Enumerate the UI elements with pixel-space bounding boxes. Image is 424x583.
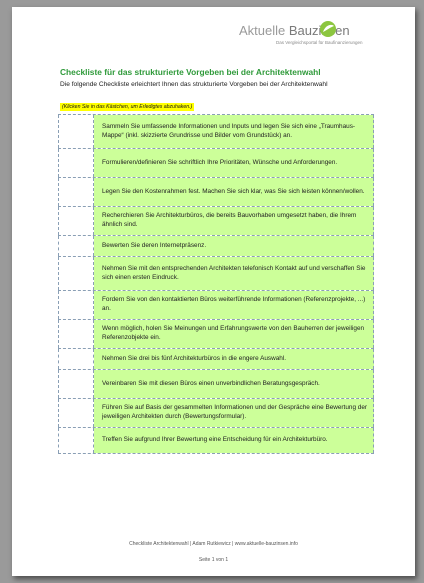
checklist-item-text: Nehmen Sie drei bis fünf Architekturbüro… [94, 349, 374, 369]
checklist-row: Legen Sie den Kostenrahmen fest. Machen … [58, 178, 374, 207]
checklist-row: Sammeln Sie umfassende Informationen und… [58, 115, 374, 149]
page-number: Seite 1 von 1 [198, 557, 229, 563]
checklist-item-text: Führen Sie auf Basis der gesammelten Inf… [94, 399, 374, 427]
brand-tagline: Das Vergleichsportal für Baufinanzierung… [276, 40, 363, 45]
checkbox-cell[interactable] [58, 349, 94, 369]
checklist-table: Sammeln Sie umfassende Informationen und… [58, 114, 374, 454]
instruction-hint: (Klicken Sie in das Kästchen, um Erledig… [60, 103, 195, 111]
checklist-row: Treffen Sie aufgrund Ihrer Bewertung ein… [58, 428, 374, 454]
checklist-item-text: Nehmen Sie mit den entsprechenden Archit… [94, 257, 374, 290]
checkbox-cell[interactable] [58, 236, 94, 256]
brand-logo: Aktuelle Bauzinsen Das Vergleichsportal … [239, 19, 409, 55]
checklist-item-text: Wenn möglich, holen Sie Meinungen und Er… [94, 320, 374, 348]
checklist-item-text: Sammeln Sie umfassende Informationen und… [94, 115, 374, 148]
checklist-row: Wenn möglich, holen Sie Meinungen und Er… [58, 320, 374, 349]
brand-name-part1: Aktuelle [239, 23, 289, 38]
checkbox-cell[interactable] [58, 428, 94, 453]
leaf-circle-icon [320, 21, 336, 37]
checkbox-cell[interactable] [58, 257, 94, 290]
checklist-row: Fordern Sie von den kontaktierten Büros … [58, 291, 374, 320]
document-page: Aktuelle Bauzinsen Das Vergleichsportal … [12, 7, 415, 576]
checkbox-cell[interactable] [58, 149, 94, 177]
document-title: Checkliste für das strukturierte Vorgebe… [60, 67, 321, 77]
checklist-row: Vereinbaren Sie mit diesen Büros einen u… [58, 370, 374, 399]
checklist-row: Nehmen Sie mit den entsprechenden Archit… [58, 257, 374, 291]
checklist-row: Bewerten Sie deren Internetpräsenz. [58, 236, 374, 257]
checkbox-cell[interactable] [58, 370, 94, 398]
checklist-item-text: Recherchieren Sie Architekturbüros, die … [94, 207, 374, 235]
checklist-item-text: Bewerten Sie deren Internetpräsenz. [94, 236, 374, 256]
checkbox-cell[interactable] [58, 178, 94, 206]
checkbox-cell[interactable] [58, 320, 94, 348]
checkbox-cell[interactable] [58, 399, 94, 427]
checkbox-cell[interactable] [58, 115, 94, 148]
checkbox-cell[interactable] [58, 207, 94, 235]
checklist-row: Formulieren/definieren Sie schriftlich I… [58, 149, 374, 178]
checklist-row: Führen Sie auf Basis der gesammelten Inf… [58, 399, 374, 428]
checkbox-cell[interactable] [58, 291, 94, 319]
checklist-item-text: Fordern Sie von den kontaktierten Büros … [94, 291, 374, 319]
checklist-item-text: Vereinbaren Sie mit diesen Büros einen u… [94, 370, 374, 398]
checklist-item-text: Legen Sie den Kostenrahmen fest. Machen … [94, 178, 374, 206]
checklist-row: Recherchieren Sie Architekturbüros, die … [58, 207, 374, 236]
checklist-item-text: Formulieren/definieren Sie schriftlich I… [94, 149, 374, 177]
checklist-item-text: Treffen Sie aufgrund Ihrer Bewertung ein… [94, 428, 374, 453]
document-intro: Die folgende Checkliste erleichtert Ihne… [60, 81, 328, 88]
footer-info: Checkliste Architektenwahl | Adam Rutkie… [129, 541, 298, 547]
checklist-row: Nehmen Sie drei bis fünf Architekturbüro… [58, 349, 374, 370]
